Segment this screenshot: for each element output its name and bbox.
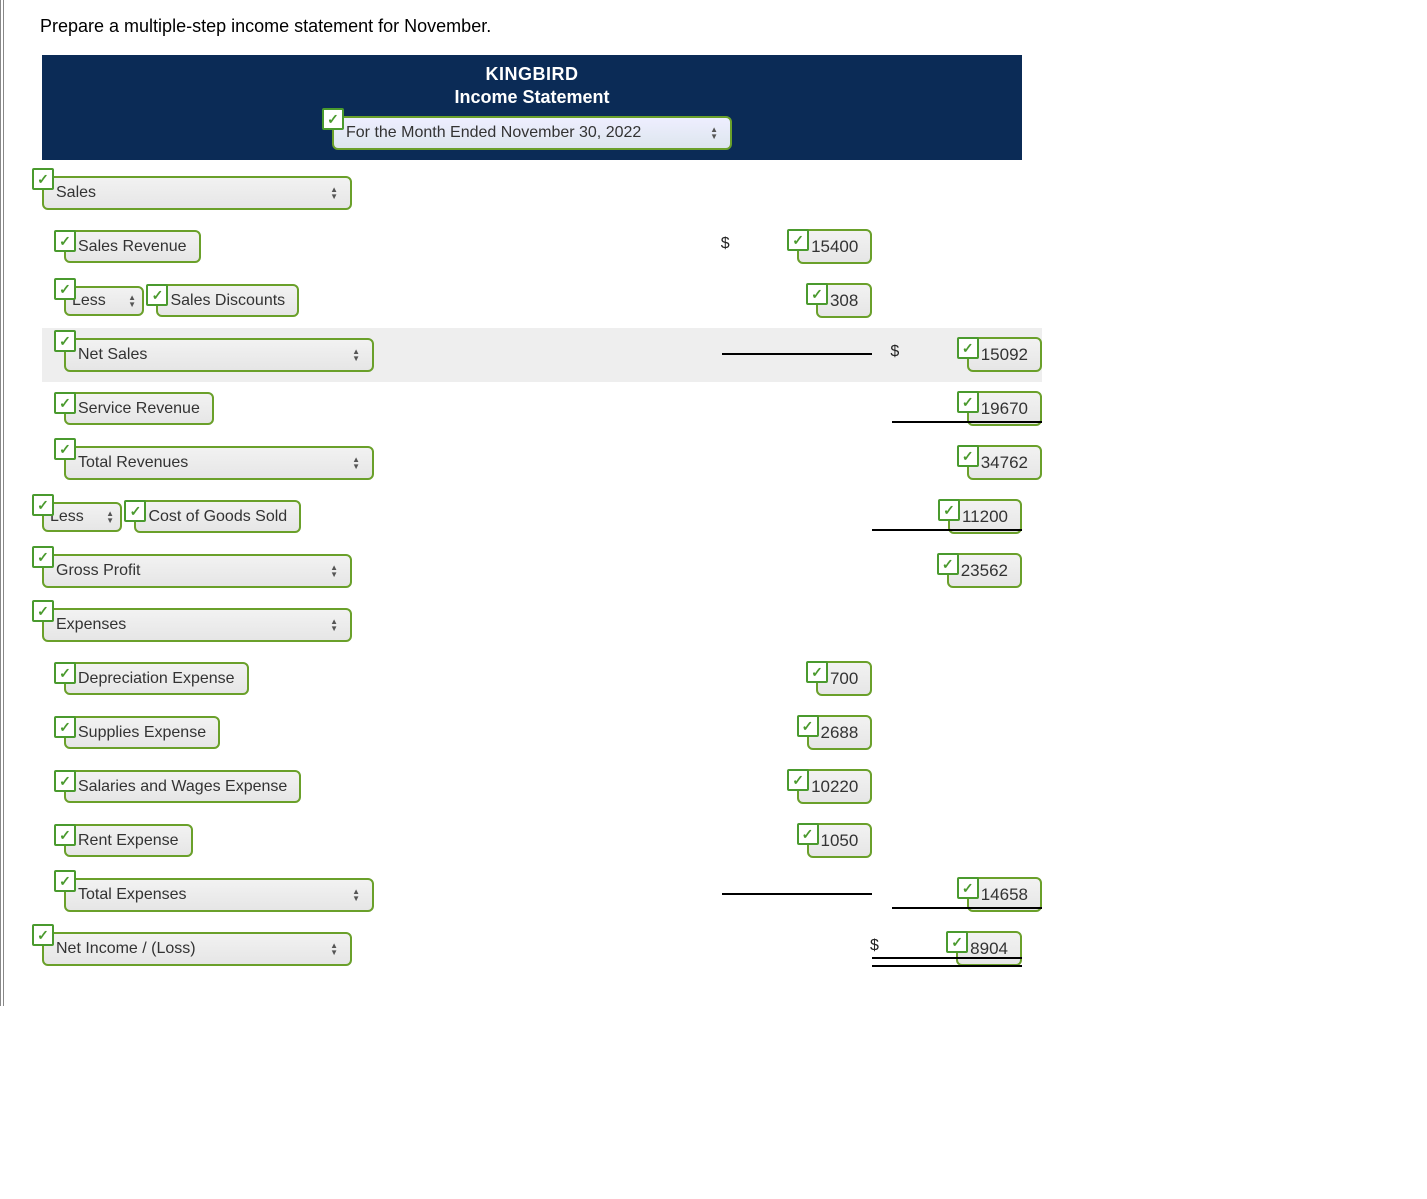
check-icon xyxy=(32,168,54,190)
spinner-icon xyxy=(106,510,114,524)
total-revenues-select[interactable]: Total Revenues xyxy=(64,446,374,480)
check-icon xyxy=(957,877,979,899)
total-expenses-label: Total Expenses xyxy=(78,886,187,904)
check-icon xyxy=(957,391,979,413)
expenses-label: Expenses xyxy=(56,616,126,634)
sales-select[interactable]: Sales xyxy=(42,176,352,210)
check-icon xyxy=(32,494,54,516)
check-icon xyxy=(806,661,828,683)
rule-line xyxy=(722,353,872,355)
dollar-sign: $ xyxy=(721,235,730,253)
less-select-1[interactable]: Less xyxy=(64,286,144,316)
rule-line xyxy=(892,421,1042,423)
check-icon xyxy=(957,337,979,359)
spinner-icon xyxy=(330,618,338,632)
check-icon xyxy=(54,824,76,846)
spinner-icon xyxy=(330,564,338,578)
net-income-label: Net Income / (Loss) xyxy=(56,940,196,958)
instruction-text: Prepare a multiple-step income statement… xyxy=(40,16,1414,37)
spinner-icon xyxy=(352,456,360,470)
rule-line xyxy=(722,893,872,895)
check-icon xyxy=(54,662,76,684)
double-rule-line xyxy=(872,957,1022,967)
check-icon xyxy=(32,600,54,622)
spinner-icon xyxy=(128,294,136,308)
less-label: Less xyxy=(50,508,84,526)
rule-line xyxy=(892,907,1042,909)
expenses-select[interactable]: Expenses xyxy=(42,608,352,642)
supplies-field[interactable]: Supplies Expense xyxy=(64,716,220,749)
rent-field[interactable]: Rent Expense xyxy=(64,824,193,857)
statement-body: Sales Sales Revenue $ 15400 xyxy=(42,160,1042,976)
dollar-sign: $ xyxy=(890,343,899,361)
statement-title: Income Statement xyxy=(42,86,1022,109)
check-icon xyxy=(54,438,76,460)
net-sales-label: Net Sales xyxy=(78,346,147,364)
spinner-icon xyxy=(330,186,338,200)
check-icon xyxy=(806,283,828,305)
statement-header: KINGBIRD Income Statement xyxy=(42,55,1022,116)
total-revenues-label: Total Revenues xyxy=(78,454,188,472)
check-icon xyxy=(54,770,76,792)
sales-label: Sales xyxy=(56,184,96,202)
check-icon xyxy=(797,715,819,737)
total-expenses-select[interactable]: Total Expenses xyxy=(64,878,374,912)
net-income-select[interactable]: Net Income / (Loss) xyxy=(42,932,352,966)
check-icon xyxy=(54,230,76,252)
check-icon xyxy=(937,553,959,575)
check-icon xyxy=(124,500,146,522)
salaries-field[interactable]: Salaries and Wages Expense xyxy=(64,770,301,803)
spinner-icon xyxy=(352,348,360,362)
check-icon xyxy=(946,931,968,953)
check-icon xyxy=(787,229,809,251)
check-icon xyxy=(32,546,54,568)
check-icon xyxy=(54,330,76,352)
company-name: KINGBIRD xyxy=(42,63,1022,86)
check-icon xyxy=(957,445,979,467)
spinner-icon xyxy=(352,888,360,902)
rule-line xyxy=(872,529,1022,531)
check-icon xyxy=(938,499,960,521)
check-icon xyxy=(787,769,809,791)
period-label: For the Month Ended November 30, 2022 xyxy=(346,124,641,142)
check-icon xyxy=(54,870,76,892)
service-revenue-field[interactable]: Service Revenue xyxy=(64,392,214,425)
check-icon xyxy=(322,108,344,130)
check-icon xyxy=(32,924,54,946)
check-icon xyxy=(54,278,76,300)
period-select[interactable]: For the Month Ended November 30, 2022 xyxy=(332,116,732,150)
depreciation-field[interactable]: Depreciation Expense xyxy=(64,662,249,695)
gross-profit-label: Gross Profit xyxy=(56,562,140,580)
gross-profit-select[interactable]: Gross Profit xyxy=(42,554,352,588)
less-label: Less xyxy=(72,292,106,310)
check-icon xyxy=(54,392,76,414)
dollar-sign: $ xyxy=(870,937,879,955)
net-sales-select[interactable]: Net Sales xyxy=(64,338,374,372)
sales-discounts-field[interactable]: Sales Discounts xyxy=(156,284,299,317)
check-icon xyxy=(797,823,819,845)
spinner-icon xyxy=(330,942,338,956)
check-icon xyxy=(146,284,168,306)
check-icon xyxy=(54,716,76,738)
sales-revenue-field[interactable]: Sales Revenue xyxy=(64,230,201,263)
less-select-2[interactable]: Less xyxy=(42,502,122,532)
cogs-field[interactable]: Cost of Goods Sold xyxy=(134,500,301,533)
spinner-icon xyxy=(710,126,718,140)
